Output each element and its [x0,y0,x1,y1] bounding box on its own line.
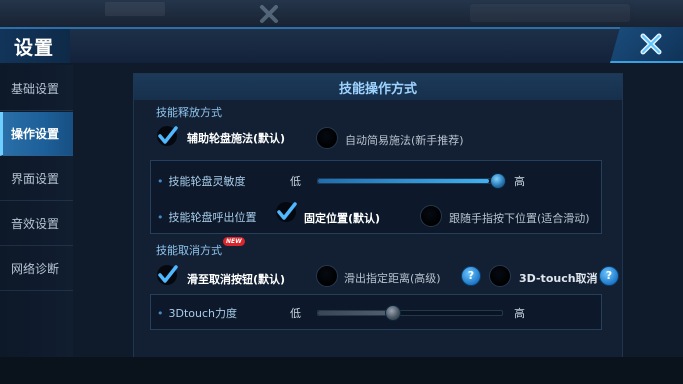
sensitivity-low-label: 低 [290,175,301,188]
option-slide-out-distance[interactable]: 滑出指定距离(高级) [316,265,461,289]
background-bottom-bar [0,357,683,384]
radio-unchecked [316,265,338,287]
option-label: 固定位置(默认) [304,212,381,225]
slider-knob[interactable] [490,173,506,189]
sidebar-item-basic[interactable]: 基础设置 [0,67,73,111]
option-slide-to-cancel-button[interactable]: 滑至取消按钮(默认) [156,264,296,288]
option-label: 滑至取消按钮(默认) [187,273,286,286]
bullet-icon: • [157,307,164,320]
release-section-label: 技能释放方式 [156,106,222,119]
panel-title: 技能操作方式 [338,82,417,97]
touch-force-high-label: 高 [514,307,525,320]
bullet-icon: • [157,211,164,224]
option-auto-simple[interactable]: 自动简易施法(新手推荐) [316,127,486,151]
sidebar-item-interface[interactable]: 界面设置 [0,157,73,201]
slider-knob[interactable] [385,305,401,321]
cancel-section-label: 技能取消方式 [156,244,222,257]
slider-fill [318,311,392,315]
panel-header: 技能操作方式 [134,74,622,100]
new-badge: NEW [223,237,245,246]
background-close-icon [260,5,278,23]
option-label: 自动简易施法(新手推荐) [345,134,464,147]
wheel-position-label: • 技能轮盘呼出位置 [157,209,257,225]
slider-fill [318,179,490,183]
sensitivity-high-label: 高 [514,175,525,188]
option-3d-touch-cancel[interactable]: 3D-touch取消 [489,265,599,289]
radio-unchecked [420,205,442,227]
check-icon [157,265,178,285]
radio-unchecked [316,127,338,149]
touch-force-text: 3Dtouch力度 [168,307,238,320]
help-icon[interactable]: ? [461,266,481,286]
check-icon [157,126,178,146]
title-bar: 设置 [0,27,683,63]
background-status-bar [470,4,630,22]
close-icon [640,33,662,55]
background-text [105,2,165,16]
radio-unchecked [489,265,511,287]
option-follow-finger[interactable]: 跟随手指按下位置(适合滑动) [420,205,605,229]
sensitivity-text: 技能轮盘灵敏度 [168,175,246,188]
close-button[interactable] [610,27,683,63]
sidebar-item-controls[interactable]: 操作设置 [0,112,73,156]
option-label: 跟随手指按下位置(适合滑动) [449,212,590,225]
sidebar: 基础设置 操作设置 界面设置 音效设置 网络诊断 [0,65,73,359]
background-game-bar [0,0,683,28]
page-title: 设置 [14,37,55,59]
help-icon[interactable]: ? [599,266,619,286]
option-label: 3D-touch取消 [519,272,598,285]
touch-force-label: • 3Dtouch力度 [157,305,237,321]
sensitivity-label: • 技能轮盘灵敏度 [157,173,246,189]
option-label: 辅助轮盘施法(默认) [187,132,286,145]
sidebar-item-network[interactable]: 网络诊断 [0,247,73,291]
wheel-position-text: 技能轮盘呼出位置 [168,211,257,224]
bullet-icon: • [157,175,164,188]
sensitivity-slider[interactable] [317,173,506,189]
check-icon [276,202,297,222]
touch-force-slider[interactable] [317,305,503,321]
sidebar-item-sound[interactable]: 音效设置 [0,202,73,246]
option-assisted-wheel[interactable]: 辅助轮盘施法(默认) [156,125,306,149]
option-fixed-position[interactable]: 固定位置(默认) [275,201,395,225]
touch-force-low-label: 低 [290,307,301,320]
option-label: 滑出指定距离(高级) [344,272,441,285]
